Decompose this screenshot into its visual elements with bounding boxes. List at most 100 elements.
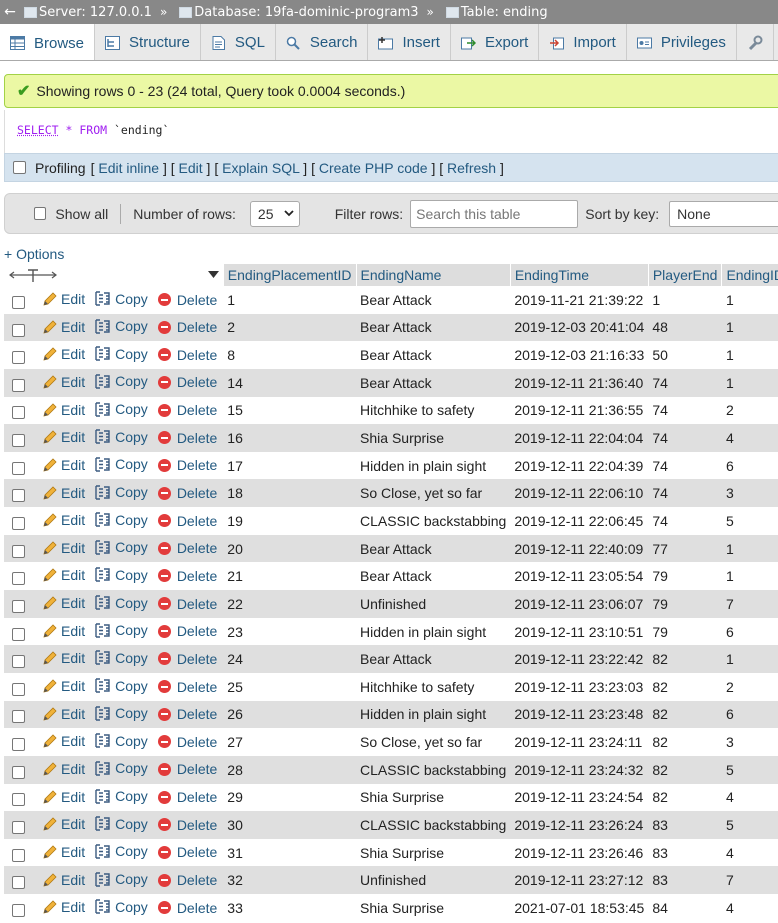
- delete-row-button[interactable]: Delete: [157, 872, 217, 888]
- edit-row-button[interactable]: Edit: [43, 402, 85, 418]
- copy-row-button[interactable]: Copy: [95, 899, 148, 915]
- copy-row-button[interactable]: Copy: [95, 539, 148, 555]
- cell-endingname[interactable]: Hidden in plain sight: [356, 700, 511, 729]
- row-checkbox[interactable]: [12, 406, 25, 420]
- cell-endingtime[interactable]: 2019-12-11 23:24:54: [510, 783, 649, 812]
- cell-playerend[interactable]: 83: [648, 866, 722, 895]
- cell-endingid[interactable]: 3: [721, 479, 778, 508]
- cell-playerend[interactable]: 84: [648, 894, 722, 922]
- profiling-link-refresh[interactable]: Refresh: [447, 160, 496, 176]
- row-checkbox[interactable]: [12, 682, 25, 696]
- row-checkbox[interactable]: [12, 323, 25, 337]
- cell-endingid[interactable]: 2: [721, 396, 778, 425]
- cell-endingid[interactable]: 7: [721, 590, 778, 618]
- edit-row-button[interactable]: Edit: [43, 567, 85, 583]
- cell-playerend[interactable]: 82: [648, 728, 722, 756]
- copy-row-button[interactable]: Copy: [95, 760, 148, 776]
- cell-endingplacementid[interactable]: 17: [223, 451, 357, 480]
- delete-row-button[interactable]: Delete: [157, 761, 217, 777]
- cell-endingid[interactable]: 6: [721, 451, 778, 480]
- tab-browse[interactable]: Browse: [0, 24, 96, 60]
- cell-endingid[interactable]: 5: [721, 755, 778, 784]
- profiling-link-edit[interactable]: Edit: [179, 160, 203, 176]
- cell-endingname[interactable]: Bear Attack: [356, 534, 511, 563]
- cell-endingplacementid[interactable]: 27: [223, 728, 357, 756]
- edit-row-button[interactable]: Edit: [43, 816, 85, 832]
- copy-row-button[interactable]: Copy: [95, 788, 148, 804]
- filter-rows-input[interactable]: Search this table: [410, 199, 579, 228]
- edit-row-button[interactable]: Edit: [43, 291, 85, 307]
- column-header-endingplacementid[interactable]: EndingPlacementID: [223, 264, 357, 286]
- edit-row-button[interactable]: Edit: [43, 789, 85, 805]
- row-checkbox[interactable]: [12, 903, 25, 917]
- row-checkbox[interactable]: [12, 710, 25, 724]
- copy-row-button[interactable]: Copy: [95, 843, 148, 859]
- copy-row-button[interactable]: Copy: [95, 678, 148, 694]
- cell-endingid[interactable]: 3: [721, 728, 778, 756]
- cell-playerend[interactable]: 50: [648, 341, 722, 369]
- cell-endingplacementid[interactable]: 1: [223, 286, 357, 314]
- cell-playerend[interactable]: 79: [648, 617, 722, 646]
- copy-row-button[interactable]: Copy: [95, 650, 148, 666]
- sql-select-keyword[interactable]: SELECT: [17, 123, 59, 137]
- copy-row-button[interactable]: Copy: [95, 567, 148, 583]
- cell-endingtime[interactable]: 2019-12-11 22:06:10: [510, 479, 649, 508]
- copy-row-button[interactable]: Copy: [95, 595, 148, 611]
- cell-endingtime[interactable]: 2019-12-11 23:23:03: [510, 672, 649, 701]
- delete-row-button[interactable]: Delete: [157, 430, 217, 446]
- cell-playerend[interactable]: 83: [648, 811, 722, 839]
- cell-endingtime[interactable]: 2019-12-11 22:06:45: [510, 507, 649, 535]
- row-checkbox[interactable]: [12, 876, 25, 890]
- cell-playerend[interactable]: 82: [648, 672, 722, 701]
- cell-playerend[interactable]: 1: [648, 286, 722, 314]
- copy-row-button[interactable]: Copy: [95, 816, 148, 832]
- copy-row-button[interactable]: Copy: [95, 346, 148, 362]
- row-checkbox[interactable]: [12, 378, 25, 392]
- cell-endingplacementid[interactable]: 8: [223, 341, 357, 369]
- column-resize-arrows-icon[interactable]: [8, 269, 58, 283]
- cell-endingplacementid[interactable]: 23: [223, 617, 357, 646]
- column-header-endingid[interactable]: EndingID: [721, 264, 778, 286]
- cell-endingtime[interactable]: 2019-12-11 23:24:11: [510, 728, 649, 756]
- row-checkbox[interactable]: [12, 655, 25, 669]
- profiling-link-create-php-code[interactable]: Create PHP code: [319, 160, 428, 176]
- profiling-checkbox[interactable]: [13, 161, 26, 174]
- delete-row-button[interactable]: Delete: [157, 402, 217, 418]
- copy-row-button[interactable]: Copy: [95, 871, 148, 887]
- delete-row-button[interactable]: Delete: [157, 623, 217, 639]
- cell-endingid[interactable]: 2: [721, 672, 778, 701]
- row-checkbox[interactable]: [12, 544, 25, 558]
- delete-row-button[interactable]: Delete: [157, 789, 217, 805]
- cell-endingtime[interactable]: 2019-12-11 23:26:46: [510, 838, 649, 867]
- edit-row-button[interactable]: Edit: [43, 623, 85, 639]
- row-checkbox[interactable]: [12, 821, 25, 835]
- delete-row-button[interactable]: Delete: [157, 706, 217, 722]
- row-checkbox[interactable]: [12, 599, 25, 613]
- copy-row-button[interactable]: Copy: [95, 512, 148, 528]
- row-checkbox[interactable]: [12, 434, 25, 448]
- cell-playerend[interactable]: 79: [648, 562, 722, 591]
- cell-playerend[interactable]: 74: [648, 424, 722, 452]
- copy-row-button[interactable]: Copy: [95, 733, 148, 749]
- cell-endingname[interactable]: CLASSIC backstabbing: [356, 507, 511, 535]
- delete-row-button[interactable]: Delete: [157, 596, 217, 612]
- delete-row-button[interactable]: Delete: [157, 292, 217, 308]
- cell-endingname[interactable]: Shia Surprise: [356, 783, 511, 812]
- edit-row-button[interactable]: Edit: [43, 733, 85, 749]
- cell-endingname[interactable]: So Close, yet so far: [356, 479, 511, 508]
- column-header-playerend[interactable]: PlayerEnd: [648, 264, 723, 286]
- profiling-link-explain-sql[interactable]: Explain SQL: [222, 160, 299, 176]
- edit-row-button[interactable]: Edit: [43, 540, 85, 556]
- cell-endingid[interactable]: 1: [721, 368, 778, 397]
- delete-row-button[interactable]: Delete: [157, 734, 217, 750]
- delete-row-button[interactable]: Delete: [157, 513, 217, 529]
- options-link[interactable]: + Options: [4, 246, 64, 262]
- copy-row-button[interactable]: Copy: [95, 429, 148, 445]
- cell-playerend[interactable]: 77: [648, 534, 722, 563]
- edit-row-button[interactable]: Edit: [43, 899, 85, 915]
- cell-endingname[interactable]: Hidden in plain sight: [356, 451, 511, 480]
- cell-endingname[interactable]: Bear Attack: [356, 368, 511, 397]
- edit-row-button[interactable]: Edit: [43, 429, 85, 445]
- profiling-link-edit-inline[interactable]: Edit inline: [98, 160, 159, 176]
- cell-endingtime[interactable]: 2019-12-11 23:10:51: [510, 617, 649, 646]
